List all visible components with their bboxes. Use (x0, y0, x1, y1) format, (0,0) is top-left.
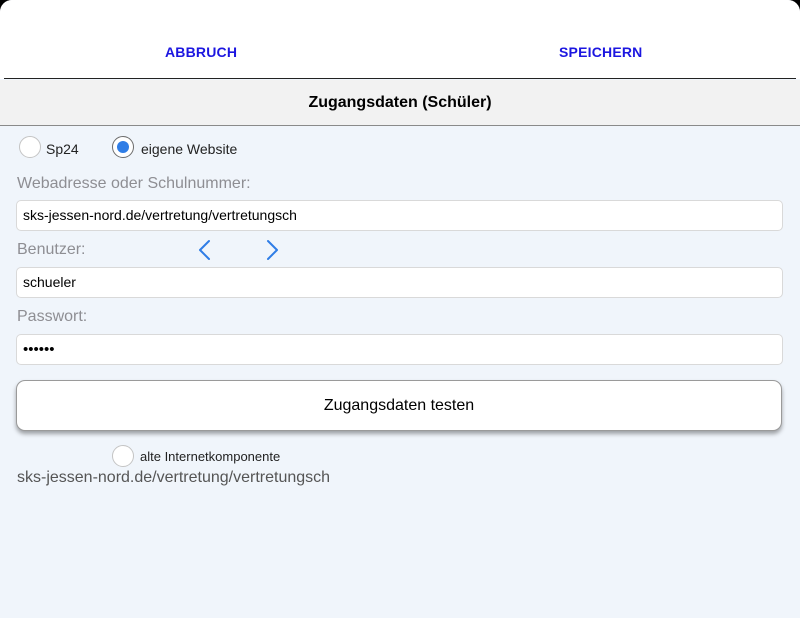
cancel-button[interactable]: ABBRUCH (165, 44, 237, 60)
radio-own-website-label: eigene Website (141, 141, 238, 157)
page-title: Zugangsdaten (Schüler) (0, 80, 800, 126)
save-button[interactable]: SPEICHERN (559, 44, 642, 60)
top-action-bar: ABBRUCH SPEICHERN (0, 0, 800, 79)
address-label: Webadresse oder Schulnummer: (17, 175, 251, 192)
user-label: Benutzer: (17, 241, 86, 258)
password-field[interactable]: •••••• (16, 334, 783, 365)
radio-legacy-component[interactable] (112, 445, 134, 467)
source-radio-group: Sp24 eigene Website (0, 136, 800, 162)
radio-sp24-label: Sp24 (46, 141, 79, 157)
radio-own-website[interactable] (112, 136, 134, 158)
chevron-left-icon[interactable] (195, 238, 215, 262)
chevron-right-icon[interactable] (262, 238, 282, 262)
test-credentials-button[interactable]: Zugangsdaten testen (16, 380, 782, 431)
resolved-url-text: sks-jessen-nord.de/vertretung/vertretung… (17, 469, 331, 486)
user-field[interactable]: schueler (16, 267, 783, 298)
password-label: Passwort: (17, 308, 88, 325)
login-settings-sheet: ABBRUCH SPEICHERN Zugangsdaten (Schüler)… (0, 0, 800, 618)
radio-sp24[interactable] (19, 136, 41, 158)
radio-legacy-component-label: alte Internetkomponente (140, 449, 281, 464)
divider (4, 78, 796, 79)
address-field[interactable]: sks-jessen-nord.de/vertretung/vertretung… (16, 200, 783, 231)
